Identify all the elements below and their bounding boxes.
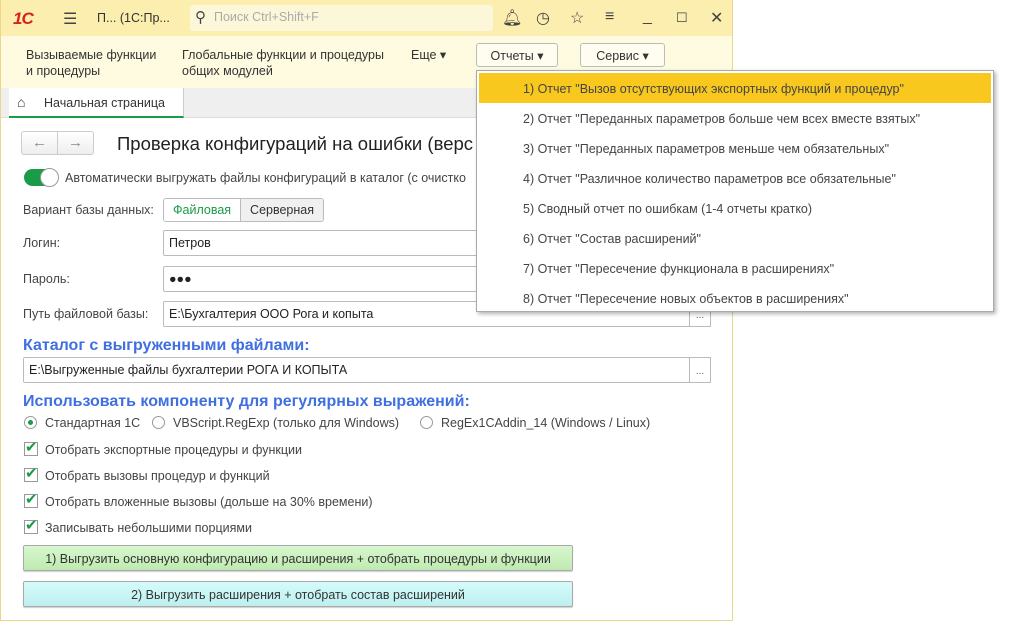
checkbox-label: Отобрать экспортные процедуры и функции (45, 443, 302, 457)
menu-item-report-5[interactable]: 5) Сводный отчет по ошибкам (1-4 отчеты … (479, 193, 991, 223)
menu-item-report-7[interactable]: 7) Отчет "Пересечение функционала в расш… (479, 253, 991, 283)
regex-option-label: Стандартная 1С (45, 416, 141, 430)
regex-radio-vbscript[interactable] (152, 416, 165, 429)
regex-header: Использовать компоненту для регулярных в… (23, 393, 470, 410)
tab-label: Начальная страница (44, 96, 165, 110)
checkbox-nested-calls[interactable] (24, 490, 38, 508)
window-title: П... (1С:Пр... (97, 11, 170, 25)
nav-buttons: ← → (21, 131, 94, 155)
star-icon[interactable]: ☆ (570, 8, 584, 28)
settings-menu-icon[interactable]: ≡ (605, 8, 614, 26)
page-title: Проверка конфигураций на ошибки (верс (117, 133, 474, 154)
history-icon[interactable]: ◷ (536, 8, 550, 28)
menu-item-report-1[interactable]: 1) Отчет "Вызов отсутствующих экспортных… (479, 73, 991, 103)
bell-icon[interactable]: 🔔︎ (502, 8, 522, 28)
catalog-input[interactable]: E:\Выгруженные файлы бухгалтерии РОГА И … (23, 357, 690, 383)
db-variant-label: Вариант базы данных: (23, 203, 154, 217)
login-label: Логин: (23, 236, 61, 250)
called-functions-link[interactable]: Вызываемые функции и процедуры (26, 47, 166, 79)
db-variant-file[interactable]: Файловая (164, 199, 242, 221)
menu-item-report-4[interactable]: 4) Отчет "Различное количество параметро… (479, 163, 991, 193)
menu-item-report-2[interactable]: 2) Отчет "Переданных параметров больше ч… (479, 103, 991, 133)
title-bar: 1С ☰ П... (1С:Пр... ⚲ Поиск Ctrl+Shift+F … (1, 0, 732, 36)
regex-option-label: RegEx1CAddin_14 (Windows / Linux) (441, 416, 651, 430)
minimize-icon[interactable]: _ (643, 8, 652, 26)
menu-item-report-3[interactable]: 3) Отчет "Переданных параметров меньше ч… (479, 133, 991, 163)
path-label: Путь файловой базы: (23, 307, 149, 321)
unload-main-config-button[interactable]: 1) Выгрузить основную конфигурацию и рас… (23, 545, 573, 571)
back-arrow-icon[interactable]: ← (22, 132, 58, 154)
checkbox-calls[interactable] (24, 464, 38, 482)
menu-item-report-6[interactable]: 6) Отчет "Состав расширений" (479, 223, 991, 253)
service-button[interactable]: Сервис ▾ (580, 43, 665, 67)
search-placeholder: Поиск Ctrl+Shift+F (214, 10, 319, 24)
unload-extensions-button[interactable]: 2) Выгрузить расширения + отобрать соста… (23, 581, 573, 607)
maximize-icon[interactable]: ☐ (676, 10, 688, 26)
tab-home[interactable]: ⌂ Начальная страница (9, 88, 184, 118)
checkbox-label: Отобрать вызовы процедур и функций (45, 469, 270, 483)
regex-radio-addin[interactable] (420, 416, 433, 429)
close-icon[interactable]: ✕ (710, 8, 723, 28)
checkbox-label: Записывать небольшими порциями (45, 521, 252, 535)
db-variant-switch: Файловая Серверная (163, 198, 325, 222)
search-icon: ⚲ (195, 9, 206, 26)
auto-unload-label: Автоматически выгружать файлы конфигурац… (65, 171, 466, 185)
checkbox-small-portions[interactable] (24, 516, 38, 534)
reports-dropdown-menu: 1) Отчет "Вызов отсутствующих экспортных… (476, 70, 994, 312)
menu-icon[interactable]: ☰ (63, 9, 77, 29)
menu-item-report-8[interactable]: 8) Отчет "Пересечение новых объектов в р… (479, 283, 991, 313)
1c-logo: 1С (13, 9, 34, 28)
catalog-header: Каталог с выгруженными файлами: (23, 337, 310, 354)
checkbox-label: Отобрать вложенные вызовы (дольше на 30%… (45, 495, 373, 509)
password-label: Пароль: (23, 272, 70, 286)
search-input[interactable]: ⚲ Поиск Ctrl+Shift+F (190, 5, 493, 31)
catalog-browse-button[interactable]: ... (689, 357, 711, 383)
more-button[interactable]: Еще ▾ (411, 47, 446, 63)
reports-button[interactable]: Отчеты ▾ (476, 43, 558, 67)
regex-radio-standard[interactable] (24, 416, 37, 429)
regex-option-label: VBScript.RegExp (только для Windows) (173, 416, 400, 430)
global-functions-link[interactable]: Глобальные функции и процедуры общих мод… (182, 47, 397, 79)
forward-arrow-icon[interactable]: → (58, 132, 93, 154)
home-icon: ⌂ (17, 94, 26, 110)
db-variant-server[interactable]: Серверная (241, 199, 324, 221)
auto-unload-toggle[interactable] (24, 168, 59, 187)
checkbox-export-procedures[interactable] (24, 438, 38, 456)
